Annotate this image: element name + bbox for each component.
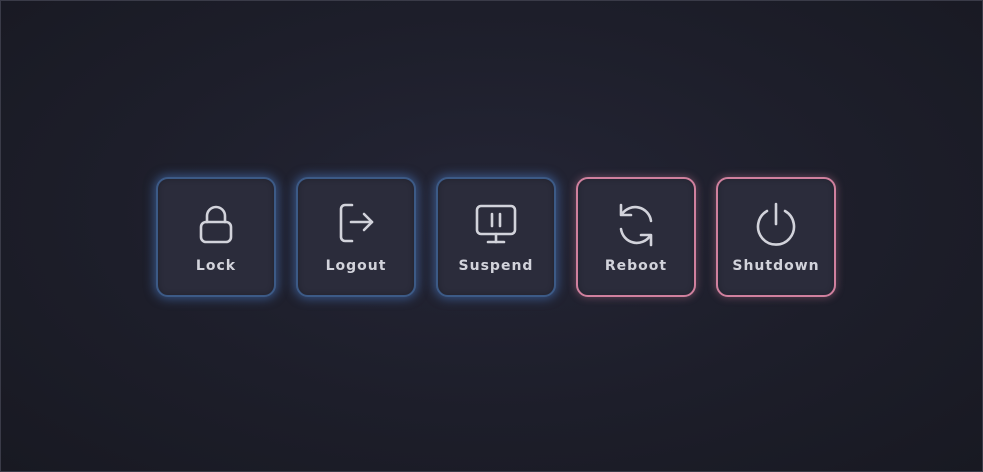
reboot-icon — [612, 201, 660, 249]
reboot-label: Reboot — [604, 258, 668, 274]
shutdown-label: Shutdown — [732, 258, 820, 274]
logout-button[interactable]: Logout — [296, 177, 416, 297]
power-icon — [752, 201, 800, 249]
reboot-button[interactable]: Reboot — [576, 177, 696, 297]
lock-button[interactable]: Lock — [156, 177, 276, 297]
shutdown-button[interactable]: Shutdown — [716, 177, 836, 297]
lock-icon — [192, 201, 240, 249]
power-menu: Lock Logout Suspend Reboot Shutdown — [156, 177, 836, 297]
lock-label: Lock — [195, 258, 237, 274]
suspend-label: Suspend — [458, 258, 534, 274]
logout-icon — [332, 201, 380, 249]
logout-label: Logout — [325, 258, 387, 274]
suspend-icon — [472, 201, 520, 249]
suspend-button[interactable]: Suspend — [436, 177, 556, 297]
